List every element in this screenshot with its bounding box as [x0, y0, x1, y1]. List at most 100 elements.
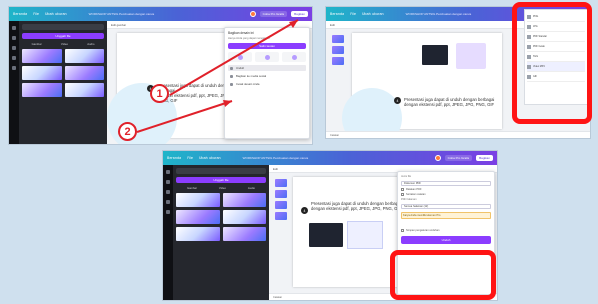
home-link[interactable]: Beranda	[330, 12, 344, 16]
templates-icon[interactable]	[12, 26, 16, 30]
filetype-select[interactable]: Dokumen PDF	[401, 181, 491, 186]
document-title[interactable]: WORKSHOP ANTSIG Pembuatan dengan canva	[89, 12, 154, 16]
upload-thumbnail[interactable]	[64, 66, 104, 80]
resize-menu[interactable]: Ubah ukuran	[45, 12, 67, 16]
page-thumbnail[interactable]	[332, 35, 344, 43]
design-page[interactable]: 4 Presentasi juga dapat di unduh dengan …	[107, 33, 237, 144]
checkbox[interactable]	[401, 188, 404, 191]
home-link[interactable]: Beranda	[13, 12, 27, 16]
design-page[interactable]: 4 Presentasi juga dapat di unduh dengan …	[342, 33, 502, 138]
document-title[interactable]: WORKSHOP ANTSIG Pembuatan dengan canva	[406, 12, 471, 16]
page-thumbnail[interactable]	[275, 179, 287, 187]
upload-thumbnail[interactable]	[22, 83, 62, 97]
apps-icon[interactable]	[12, 66, 16, 70]
toolbar-item[interactable]: Edit	[273, 167, 278, 171]
share-menu: Bagikan desain ini Hanya Anda yang dapat…	[224, 27, 310, 139]
pages-select[interactable]: Semua halaman (12)	[401, 204, 491, 209]
share-option[interactable]	[228, 52, 252, 62]
link-icon	[264, 54, 270, 60]
slide-caption: Presentasi juga dapat di unduh dengan be…	[404, 97, 495, 107]
avatar[interactable]	[434, 155, 441, 161]
avatar[interactable]	[249, 11, 256, 17]
flatten-pdf-option[interactable]: Ratakan PDF	[401, 188, 491, 191]
share-option[interactable]	[255, 52, 279, 62]
templates-icon[interactable]	[166, 170, 170, 174]
share-option[interactable]	[282, 52, 306, 62]
apps-icon[interactable]	[166, 210, 170, 214]
tab-videos[interactable]: Video	[219, 186, 226, 190]
upload-thumbnails	[22, 49, 104, 97]
upload-files-button[interactable]: Unggah file	[22, 33, 104, 39]
social-icon	[230, 74, 233, 78]
upload-thumbnail[interactable]	[176, 210, 220, 224]
upload-thumbnail[interactable]	[22, 66, 62, 80]
elements-icon[interactable]	[12, 36, 16, 40]
search-input[interactable]	[176, 168, 266, 174]
upload-thumbnail[interactable]	[222, 210, 266, 224]
highlight-filetype-list	[512, 2, 592, 124]
file-menu[interactable]: File	[33, 12, 39, 16]
slide-screenshot	[347, 221, 383, 249]
file-menu[interactable]: File	[187, 156, 193, 160]
share-button[interactable]: Bagikan	[291, 11, 308, 17]
upload-thumbnail[interactable]	[222, 193, 266, 207]
resize-menu[interactable]: Ubah ukuran	[362, 12, 384, 16]
download-button[interactable]: Unduh	[401, 236, 491, 244]
page-thumbnail[interactable]	[332, 46, 344, 54]
share-menu-subtitle: Hanya Anda yang dapat mengakses	[228, 37, 270, 40]
tab-images[interactable]: Gambar	[32, 42, 42, 46]
tab-audio[interactable]: Audio	[87, 42, 94, 46]
notes-button[interactable]: Catatan	[273, 296, 282, 299]
download-menu-item[interactable]: Unduh	[228, 65, 306, 71]
upload-thumbnail[interactable]	[176, 227, 220, 241]
page-thumbnail[interactable]	[332, 57, 344, 65]
tab-images[interactable]: Gambar	[187, 186, 197, 190]
page-number-badge: 4	[394, 97, 401, 104]
toolbar-item[interactable]: Edit gambar	[111, 23, 126, 27]
drawer-tabs: Gambar Video Audio	[176, 186, 266, 190]
pro-elements-notice: Karya Anda memiliki elemen Pro	[401, 212, 491, 219]
document-title[interactable]: WORKSHOP ANTSIG Pembuatan dengan canva	[243, 156, 308, 160]
checkbox[interactable]	[401, 193, 404, 196]
page-thumbnail[interactable]	[275, 201, 287, 209]
slide-illustration	[456, 43, 486, 69]
slide-screenshot	[309, 223, 343, 247]
upload-thumbnail[interactable]	[22, 49, 62, 63]
include-notes-option[interactable]: Sertakan catatan	[401, 193, 491, 196]
file-menu[interactable]: File	[350, 12, 356, 16]
upload-thumbnail[interactable]	[222, 227, 266, 241]
resize-menu[interactable]: Ubah ukuran	[199, 156, 221, 160]
text-icon[interactable]	[166, 200, 170, 204]
upload-files-button[interactable]: Unggah file	[176, 177, 266, 183]
page-thumbnail[interactable]	[275, 212, 287, 220]
search-input[interactable]	[22, 24, 104, 30]
uploads-icon[interactable]	[12, 46, 16, 50]
save-settings-option[interactable]: Simpan pengaturan unduhan	[401, 229, 491, 232]
highlight-download-button	[390, 250, 496, 300]
tab-audio[interactable]: Audio	[248, 186, 255, 190]
copy-link-button[interactable]: Salin tautan	[228, 43, 306, 49]
side-rail	[9, 21, 19, 144]
elements-icon[interactable]	[166, 180, 170, 184]
share-button[interactable]: Bagikan	[476, 155, 493, 161]
share-menu-title: Bagikan desain ini	[228, 31, 254, 35]
tab-videos[interactable]: Video	[61, 42, 68, 46]
home-link[interactable]: Beranda	[167, 156, 181, 160]
page-filmstrip	[275, 179, 287, 220]
print-icon	[230, 82, 233, 86]
record-icon	[291, 54, 297, 60]
upgrade-button[interactable]: Coba Pro Gratis	[259, 11, 288, 17]
checkbox[interactable]	[401, 229, 404, 232]
upload-thumbnail[interactable]	[64, 83, 104, 97]
upgrade-button[interactable]: Coba Pro Gratis	[444, 155, 473, 161]
page-number-badge: 4	[301, 207, 308, 214]
page-thumbnail[interactable]	[275, 190, 287, 198]
share-social-item[interactable]: Bagikan ke media sosial	[228, 73, 306, 79]
notes-button[interactable]: Catatan	[330, 134, 339, 137]
print-item[interactable]: Cetak desain Anda	[228, 81, 306, 87]
upload-thumbnail[interactable]	[176, 193, 220, 207]
text-icon[interactable]	[12, 56, 16, 60]
upload-thumbnail[interactable]	[64, 49, 104, 63]
uploads-icon[interactable]	[166, 190, 170, 194]
toolbar-item[interactable]: Edit	[330, 23, 335, 27]
